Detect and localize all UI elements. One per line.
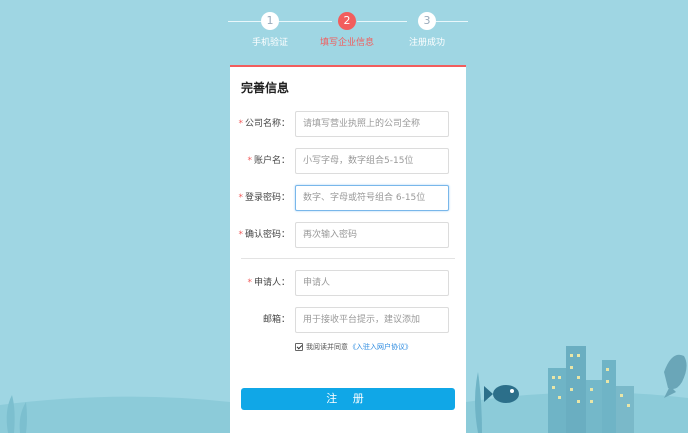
step-number: 1 [261,12,279,30]
applicant-label: 申请人： [253,278,290,288]
agreement-text: 我阅读并同意 [306,343,348,351]
required-mark: * [238,119,243,129]
agreement-link[interactable]: 《入驻入网户协议》 [349,342,412,352]
company-name-label: 公司名称： [244,119,290,129]
password-row: * 登录密码： [230,185,466,211]
step-label: 注册成功 [408,38,445,48]
confirm-password-input[interactable] [295,222,449,248]
account-input[interactable] [295,148,449,174]
account-label: 账户名： [253,156,290,166]
dolphin-icon [664,354,687,398]
account-row: * 账户名： [230,148,466,174]
step-number: 2 [338,12,356,30]
step-phone-verify: 1 手机验证 [230,12,310,48]
confirm-password-label: 确认密码： [244,230,290,240]
password-input[interactable] [295,185,449,211]
agreement-checkbox[interactable] [295,343,303,351]
registration-stepper: 1 手机验证 2 填写企业信息 3 注册成功 [228,12,468,52]
email-row: 邮箱： [230,307,466,333]
register-button[interactable]: 注 册 [241,388,455,410]
step-number: 3 [418,12,436,30]
step-company-info: 2 填写企业信息 [307,12,387,48]
step-label: 手机验证 [251,38,288,48]
form-title: 完善信息 [241,81,290,95]
registration-form-card: 完善信息 *公司名称： *账户名： *登录密码： *确认密码： *申请人： 邮箱… [230,65,466,433]
email-label: 邮箱： [262,315,290,325]
agreement-row: 我阅读并同意 《入驻入网户协议》 [295,341,412,353]
applicant-row: * 申请人： [230,270,466,296]
company-name-row: * 公司名称： [230,111,466,137]
step-register-success: 3 注册成功 [387,12,467,48]
required-mark: * [247,156,252,166]
step-label: 填写企业信息 [319,38,374,48]
form-divider [241,258,455,259]
city-skyline-icon [548,346,634,433]
email-input[interactable] [295,307,449,333]
company-name-input[interactable] [295,111,449,137]
required-mark: * [238,193,243,203]
password-label: 登录密码： [244,193,290,203]
required-mark: * [238,230,243,240]
required-mark: * [247,278,252,288]
applicant-input[interactable] [295,270,449,296]
confirm-password-row: * 确认密码： [230,222,466,248]
